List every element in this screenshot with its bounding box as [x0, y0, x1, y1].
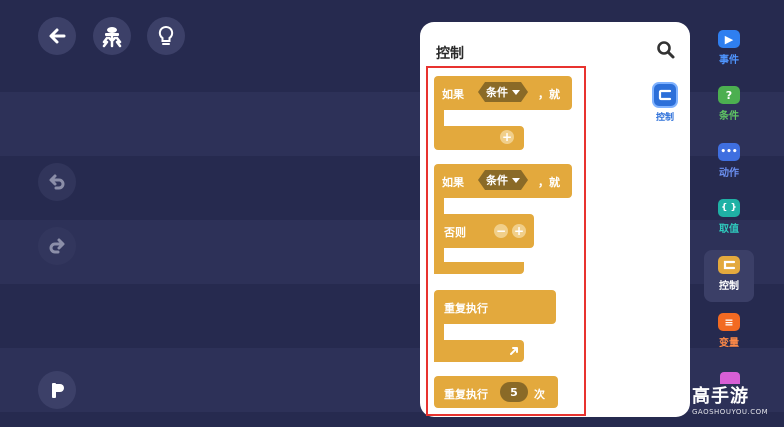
bug-icon: [102, 27, 122, 48]
hint-button[interactable]: [147, 17, 185, 55]
category-events[interactable]: ▶ 事件: [705, 30, 753, 66]
category-label: 变量: [719, 338, 739, 349]
watermark-brand: 高手游: [692, 386, 749, 407]
then-label: ，就: [538, 176, 560, 189]
panel-title: 控制: [436, 46, 464, 62]
redo-button[interactable]: [38, 227, 76, 265]
category-label: 控制: [719, 281, 739, 292]
condition-dropdown[interactable]: 条件: [478, 82, 528, 102]
category-control[interactable]: 控制: [705, 256, 753, 292]
repeat-count-input[interactable]: 5: [500, 382, 528, 402]
braces-icon: { }: [718, 199, 740, 217]
undo-button[interactable]: [38, 163, 76, 201]
category-label: 动作: [719, 168, 739, 179]
watermark-domain: GAOSHOUYOU.COM: [692, 408, 769, 416]
category-conditions[interactable]: ? 条件: [705, 86, 753, 122]
dots-icon: •••: [718, 143, 740, 161]
category-label: 条件: [719, 111, 739, 122]
flag-icon: [52, 383, 64, 398]
watermark: 高手游 GAOSHOUYOU.COM: [668, 382, 768, 416]
add-branch-button[interactable]: +: [500, 130, 514, 144]
if-label: 如果: [442, 88, 464, 101]
repeat-label: 重复执行: [444, 302, 488, 315]
start-flag-button[interactable]: [38, 371, 76, 409]
category-values[interactable]: { } 取值: [705, 199, 753, 235]
category-label: 事件: [719, 55, 739, 66]
control-category-icon: [652, 82, 678, 108]
then-label: ，就: [538, 88, 560, 101]
panel-category-control[interactable]: 控制: [648, 82, 682, 123]
condition-dropdown[interactable]: 条件: [478, 170, 528, 190]
condition-label: 条件: [486, 174, 508, 187]
repeat-times-label: 重复执行: [444, 388, 488, 401]
caret-down-icon: [512, 178, 520, 183]
category-variables[interactable]: ≡ 变量: [705, 313, 753, 349]
if-label: 如果: [442, 176, 464, 189]
debug-button[interactable]: [93, 17, 131, 55]
arrow-left-icon: [49, 28, 66, 44]
category-label: 取值: [719, 224, 739, 235]
back-button[interactable]: [38, 17, 76, 55]
lightbulb-icon: [158, 25, 174, 45]
loop-arrow-icon: [510, 347, 518, 355]
panel-category-label: 控制: [655, 113, 674, 123]
remove-branch-button[interactable]: −: [494, 224, 508, 238]
condition-label: 条件: [486, 86, 508, 99]
question-icon: ?: [718, 86, 740, 104]
redo-icon: [49, 238, 65, 254]
times-unit-label: 次: [534, 388, 545, 401]
variable-icon: ≡: [718, 313, 740, 331]
caret-down-icon: [512, 90, 520, 95]
category-actions[interactable]: ••• 动作: [705, 143, 753, 179]
logo-icon: [668, 385, 688, 405]
undo-icon: [49, 174, 65, 190]
play-icon: ▶: [718, 30, 740, 48]
control-icon: [718, 256, 740, 274]
else-label: 否则: [444, 226, 466, 239]
search-icon[interactable]: [656, 40, 676, 60]
add-branch-button[interactable]: +: [512, 224, 526, 238]
